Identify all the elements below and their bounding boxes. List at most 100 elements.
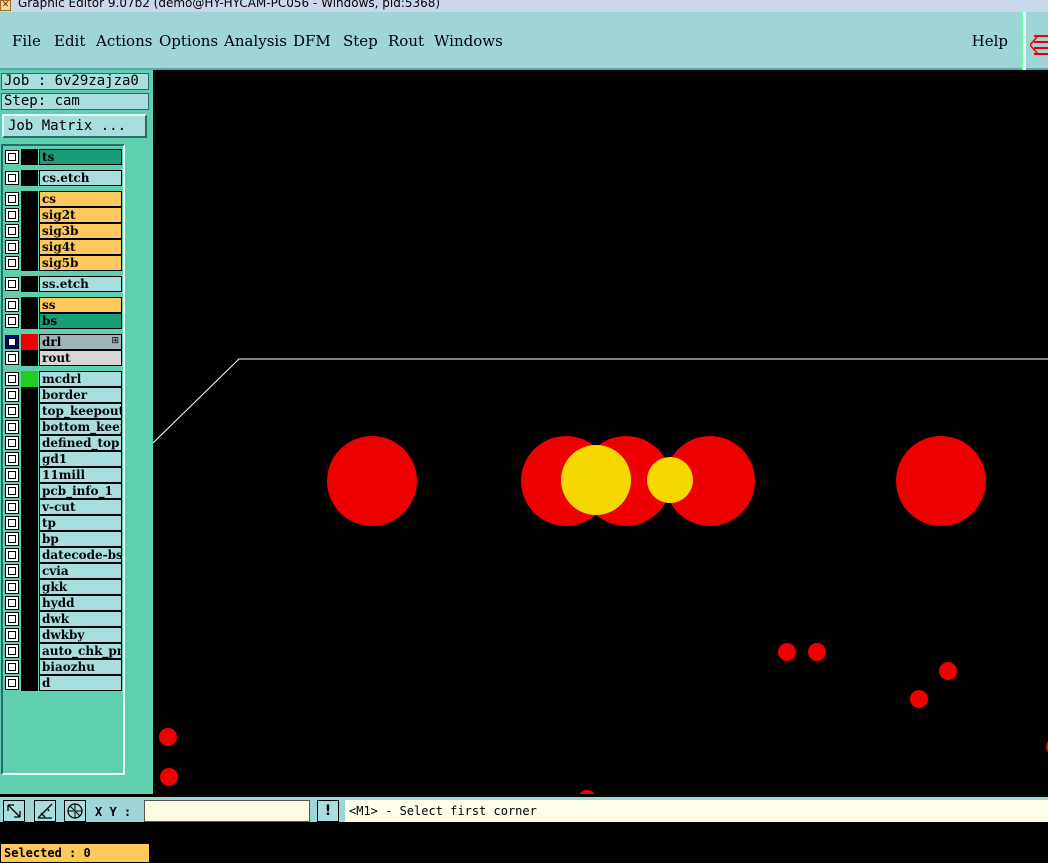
layer-row[interactable]: bs [3, 313, 122, 329]
layer-color-swatch[interactable] [21, 467, 38, 483]
layer-row[interactable]: pcb_info_1 [3, 483, 122, 499]
menu-options[interactable]: Options [159, 32, 218, 50]
layer-checkbox[interactable] [5, 628, 19, 642]
layer-row[interactable]: tp [3, 515, 122, 531]
layer-checkbox[interactable] [5, 420, 19, 434]
job-matrix-button[interactable]: Job Matrix ... [2, 114, 147, 138]
layer-checkbox[interactable] [5, 277, 19, 291]
layer-checkbox[interactable] [5, 452, 19, 466]
layer-color-swatch[interactable] [21, 483, 38, 499]
layer-name[interactable]: cvia [39, 563, 122, 579]
layer-name[interactable]: sig3b [39, 223, 122, 239]
layer-row[interactable]: rout [3, 350, 122, 366]
layer-row[interactable]: drl ⊞ [3, 334, 122, 350]
layer-checkbox[interactable] [5, 314, 19, 328]
layer-stack-icon[interactable] [1030, 30, 1048, 58]
layer-row[interactable]: bottom_keepout [3, 419, 122, 435]
layer-name[interactable]: tp [39, 515, 122, 531]
layer-checkbox[interactable] [5, 436, 19, 450]
grid-button[interactable] [64, 800, 86, 822]
layer-checkbox[interactable] [5, 660, 19, 674]
layer-color-swatch[interactable] [21, 223, 38, 239]
layer-color-swatch[interactable] [21, 563, 38, 579]
layer-color-swatch[interactable] [21, 334, 38, 350]
layer-checkbox[interactable] [5, 564, 19, 578]
layer-color-swatch[interactable] [21, 255, 38, 271]
layer-row[interactable]: dwk [3, 611, 122, 627]
layer-color-swatch[interactable] [21, 371, 38, 387]
layer-color-swatch[interactable] [21, 451, 38, 467]
layer-row[interactable]: cs [3, 191, 122, 207]
layer-row[interactable]: bp [3, 531, 122, 547]
layer-row[interactable]: sig4t [3, 239, 122, 255]
layer-color-swatch[interactable] [21, 675, 38, 691]
layer-name[interactable]: ss [39, 297, 122, 313]
layer-color-swatch[interactable] [21, 659, 38, 675]
layer-name[interactable]: cs [39, 191, 122, 207]
layer-name[interactable]: hydd [39, 595, 122, 611]
layer-color-swatch[interactable] [21, 387, 38, 403]
layer-color-swatch[interactable] [21, 627, 38, 643]
layer-name[interactable]: d [39, 675, 122, 691]
xy-input[interactable] [144, 800, 310, 822]
layer-name[interactable]: bottom_keepout [39, 419, 122, 435]
layer-checkbox[interactable] [5, 171, 19, 185]
layer-name[interactable]: bs [39, 313, 122, 329]
layer-color-swatch[interactable] [21, 419, 38, 435]
layer-checkbox[interactable] [5, 208, 19, 222]
layer-row[interactable]: gkk [3, 579, 122, 595]
layer-name[interactable]: 11mill [39, 467, 122, 483]
layer-color-swatch[interactable] [21, 595, 38, 611]
layer-name[interactable]: ss.etch [39, 276, 122, 292]
layer-checkbox[interactable] [5, 676, 19, 690]
layer-name[interactable]: cs.etch [39, 170, 122, 186]
layer-checkbox[interactable] [5, 484, 19, 498]
menu-file[interactable]: File [12, 32, 41, 50]
layer-name[interactable]: rout [39, 350, 122, 366]
layer-color-swatch[interactable] [21, 499, 38, 515]
layer-row[interactable]: border [3, 387, 122, 403]
layer-name[interactable]: drl ⊞ [39, 334, 122, 350]
layer-row[interactable]: sig2t [3, 207, 122, 223]
layer-checkbox[interactable] [5, 224, 19, 238]
layer-row[interactable]: 11mill [3, 467, 122, 483]
menu-analysis[interactable]: Analysis [224, 32, 287, 50]
layer-checkbox[interactable] [5, 516, 19, 530]
layer-color-swatch[interactable] [21, 531, 38, 547]
layer-name[interactable]: dwkby [39, 627, 122, 643]
layer-checkbox[interactable] [5, 298, 19, 312]
expand-icon[interactable]: ⊞ [111, 336, 119, 346]
layer-name[interactable]: auto_chk_pnl [39, 643, 122, 659]
layer-color-swatch[interactable] [21, 435, 38, 451]
layer-name[interactable]: pcb_info_1 [39, 483, 122, 499]
layer-row[interactable]: biaozhu [3, 659, 122, 675]
layer-row[interactable]: ts [3, 149, 122, 165]
layer-row[interactable]: ss.etch [3, 276, 122, 292]
layer-color-swatch[interactable] [21, 350, 38, 366]
layer-name[interactable]: sig4t [39, 239, 122, 255]
layer-checkbox[interactable] [5, 644, 19, 658]
layer-color-swatch[interactable] [21, 515, 38, 531]
layer-row[interactable]: sig5b [3, 255, 122, 271]
layer-color-swatch[interactable] [21, 170, 38, 186]
layer-row[interactable]: mcdrl [3, 371, 122, 387]
layer-name[interactable]: ts [39, 149, 122, 165]
layer-row[interactable]: d [3, 675, 122, 691]
layer-color-swatch[interactable] [21, 579, 38, 595]
layer-row[interactable]: cvia [3, 563, 122, 579]
layer-name[interactable]: datecode-bs [39, 547, 122, 563]
layer-checkbox[interactable] [5, 240, 19, 254]
layer-name[interactable]: border [39, 387, 122, 403]
layer-name[interactable]: sig2t [39, 207, 122, 223]
layer-color-swatch[interactable] [21, 207, 38, 223]
layer-color-swatch[interactable] [21, 313, 38, 329]
layer-color-swatch[interactable] [21, 547, 38, 563]
layer-row[interactable]: datecode-bs [3, 547, 122, 563]
layer-row[interactable]: sig3b [3, 223, 122, 239]
menu-step[interactable]: Step [343, 32, 378, 50]
layer-name[interactable]: top_keepout [39, 403, 122, 419]
layer-row[interactable]: dwkby [3, 627, 122, 643]
layer-row[interactable]: top_keepout [3, 403, 122, 419]
layer-color-swatch[interactable] [21, 297, 38, 313]
menu-dfm[interactable]: DFM [293, 32, 331, 50]
